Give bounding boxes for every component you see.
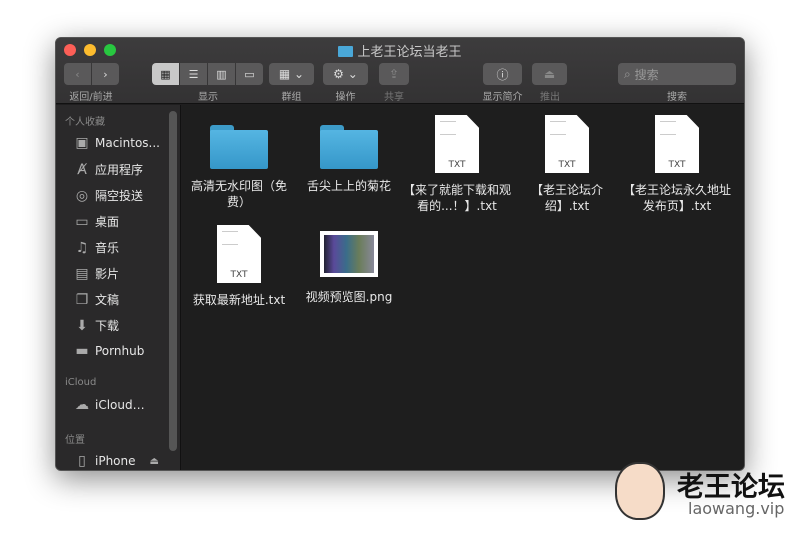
list-view-button[interactable]: ☰ <box>180 63 207 85</box>
info-label: 显示简介 <box>482 92 523 103</box>
search-input[interactable]: ⌕ 搜索 <box>618 63 736 85</box>
folder-icon <box>210 125 268 169</box>
folder-icon: ▬ <box>75 343 89 359</box>
file-item[interactable]: TXT 【老王论坛永久地址发布页】.txt <box>619 115 735 214</box>
sidebar-item-label: iPhone <box>95 454 136 468</box>
documents-icon: ❐ <box>75 291 89 308</box>
icloud-header: iCloud <box>65 377 97 388</box>
sidebar-item-label: 音乐 <box>95 241 120 255</box>
file-grid: 高清无水印图（免费） 舌尖上上的菊花 TXT 【来了就能下载和观看的...！】.t… <box>182 105 744 470</box>
sidebar-item-label: 下载 <box>95 319 120 333</box>
watermark-url: laowang.vip <box>688 499 785 518</box>
locations-header: 位置 <box>65 435 85 446</box>
gallery-view-button[interactable]: ▭ <box>236 63 263 85</box>
sidebar-item-desktop[interactable]: ▭ 桌面 <box>74 213 119 230</box>
folder-icon <box>320 125 378 169</box>
file-name: 获取最新地址.txt <box>192 293 286 307</box>
music-icon: ♫ <box>75 239 89 256</box>
icon-view-button[interactable]: ▦ <box>152 63 179 85</box>
nav-label: 返回/前进 <box>69 92 113 103</box>
phone-icon: ▯ <box>78 453 86 469</box>
file-name: 高清无水印图（免费） <box>190 179 287 209</box>
search-icon: ⌕ <box>624 66 631 81</box>
favorites-header: 个人收藏 <box>65 117 105 128</box>
sidebar-item-label: 隔空投送 <box>95 189 144 203</box>
file-badge: TXT <box>448 160 466 170</box>
cloud-icon: ☁ <box>75 397 89 413</box>
sidebar-item-label: 桌面 <box>95 215 120 229</box>
sidebar-item-music[interactable]: ♫ 音乐 <box>74 239 119 256</box>
apps-icon: Ⱥ <box>77 161 87 178</box>
sidebar-item-documents[interactable]: ❐ 文稿 <box>74 291 119 308</box>
txt-file-icon: TXT <box>655 115 699 173</box>
sidebar-item-label: 文稿 <box>95 293 120 307</box>
sidebar-item-movies[interactable]: ▤ 影片 <box>74 265 119 282</box>
sidebar-item-label: 应用程序 <box>95 163 144 177</box>
search-label: 搜索 <box>667 92 687 103</box>
sidebar-item-label: Pornhub <box>95 344 145 358</box>
image-thumbnail <box>320 231 378 277</box>
sidebar-item-label: Macintos... <box>95 136 160 150</box>
file-badge: TXT <box>558 160 576 170</box>
finder-window: 上老王论坛当老王 ‹ › 返回/前进 ▦ ☰ ▥ ▭ 显示 ▦ ⌄ 群组 ⚙ ⌄… <box>55 37 745 471</box>
desktop-icon: ▭ <box>75 213 89 230</box>
airdrop-icon: ◎ <box>75 187 89 204</box>
action-button[interactable]: ⚙ ⌄ <box>323 63 368 85</box>
file-name: 【来了就能下载和观看的...！】.txt <box>402 183 511 213</box>
sidebar-item-downloads[interactable]: ⬇ 下载 <box>74 317 119 334</box>
view-label: 显示 <box>198 92 218 103</box>
share-label: 共享 <box>384 92 404 103</box>
folder-icon <box>338 46 354 57</box>
group-button[interactable]: ▦ ⌄ <box>269 63 314 85</box>
sidebar-item-label: 影片 <box>95 267 120 281</box>
share-button[interactable]: ⇪ <box>379 63 409 85</box>
group-label: 群组 <box>281 92 302 103</box>
action-label: 操作 <box>335 92 356 103</box>
downloads-icon: ⬇ <box>76 317 88 334</box>
file-item[interactable]: 舌尖上上的菊花 <box>294 117 404 194</box>
sidebar-item-label: iCloud… <box>95 398 145 412</box>
movies-icon: ▤ <box>75 265 89 282</box>
file-item[interactable]: TXT 【老王论坛介绍】.txt <box>512 115 622 214</box>
file-badge: TXT <box>230 270 248 280</box>
window-title: 上老王论坛当老王 <box>56 41 744 60</box>
column-view-button[interactable]: ▥ <box>208 63 235 85</box>
file-item[interactable]: TXT 获取最新地址.txt <box>184 225 294 308</box>
search-placeholder: 搜索 <box>634 67 659 82</box>
toolbar: 上老王论坛当老王 ‹ › 返回/前进 ▦ ☰ ▥ ▭ 显示 ▦ ⌄ 群组 ⚙ ⌄… <box>56 38 744 104</box>
mascot-face-icon <box>615 462 665 520</box>
txt-file-icon: TXT <box>217 225 261 283</box>
sidebar-item-apps[interactable]: Ⱥ 应用程序 <box>74 161 143 178</box>
file-item[interactable]: 视频预览图.png <box>294 225 404 305</box>
sidebar-item-macintosh[interactable]: ▣ Macintos... <box>74 135 160 151</box>
sidebar-item-airdrop[interactable]: ◎ 隔空投送 <box>74 187 143 204</box>
file-name: 【老王论坛永久地址发布页】.txt <box>622 183 731 213</box>
sidebar-item-iphone[interactable]: ▯ iPhone ⏏ <box>74 453 159 469</box>
window-title-text: 上老王论坛当老王 <box>357 45 462 60</box>
back-button[interactable]: ‹ <box>64 63 91 85</box>
eject-icon[interactable]: ⏏ <box>150 456 159 467</box>
file-item[interactable]: 高清无水印图（免费） <box>184 117 294 210</box>
info-button[interactable]: ⓘ <box>483 63 522 85</box>
sidebar-item-pornhub[interactable]: ▬ Pornhub <box>74 343 144 359</box>
sidebar: 个人收藏 ▣ Macintos... Ⱥ 应用程序 ◎ 隔空投送 ▭ 桌面 ♫ 音乐 ▤ 影… <box>56 105 181 470</box>
eject-button[interactable]: ⏏ <box>532 63 567 85</box>
txt-file-icon: TXT <box>435 115 479 173</box>
file-name: 舌尖上上的菊花 <box>306 179 391 193</box>
forward-button[interactable]: › <box>92 63 119 85</box>
txt-file-icon: TXT <box>545 115 589 173</box>
file-item[interactable]: TXT 【来了就能下载和观看的...！】.txt <box>402 115 512 214</box>
file-name: 【老王论坛介绍】.txt <box>530 183 603 213</box>
sidebar-item-icloud[interactable]: ☁ iCloud… <box>74 397 145 413</box>
file-badge: TXT <box>668 160 686 170</box>
disk-icon: ▣ <box>75 135 89 151</box>
sidebar-scrollbar[interactable] <box>169 111 177 451</box>
eject-label: 推出 <box>540 92 560 103</box>
file-name: 视频预览图.png <box>305 290 393 304</box>
